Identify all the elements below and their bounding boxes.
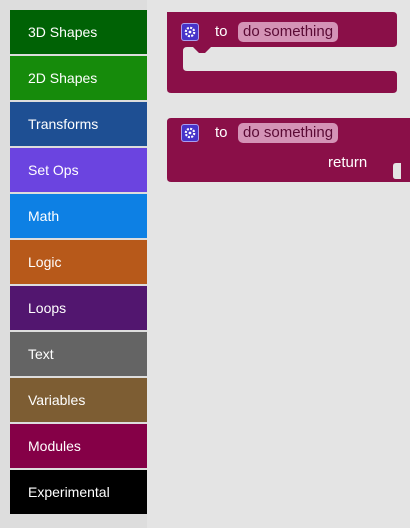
category-experimental[interactable]: Experimental [10, 470, 147, 514]
to-label: to [215, 124, 228, 141]
category-label: Modules [28, 438, 81, 454]
category-label: Variables [28, 392, 86, 408]
category-loops[interactable]: Loops [10, 286, 147, 330]
block-flyout: to do something to do something return [147, 0, 410, 528]
category-label: 3D Shapes [28, 24, 98, 40]
category-set-ops[interactable]: Set Ops [10, 148, 147, 192]
category-label: Transforms [28, 116, 99, 132]
category-logic[interactable]: Logic [10, 240, 147, 284]
category-label: Loops [28, 300, 67, 316]
category-text[interactable]: Text [10, 332, 147, 376]
category-label: Text [28, 346, 54, 362]
category-2d-shapes[interactable]: 2D Shapes [10, 56, 147, 100]
category-transforms[interactable]: Transforms [10, 102, 147, 146]
category-variables[interactable]: Variables [10, 378, 147, 422]
category-label: Set Ops [28, 162, 79, 178]
toolbox: 3D Shapes 2D Shapes Transforms Set Ops M… [0, 0, 147, 528]
mutator-gear-icon[interactable] [181, 124, 199, 142]
function-block-shape[interactable] [147, 0, 410, 200]
return-label: return [328, 154, 368, 171]
category-3d-shapes[interactable]: 3D Shapes [10, 10, 147, 54]
return-input-socket [393, 163, 401, 179]
category-label: 2D Shapes [28, 70, 98, 86]
category-math[interactable]: Math [10, 194, 147, 238]
category-label: Math [28, 208, 60, 224]
category-label: Experimental [28, 484, 110, 500]
category-label: Logic [28, 254, 62, 270]
category-modules[interactable]: Modules [10, 424, 147, 468]
function-name-field[interactable]: do something [238, 123, 339, 143]
